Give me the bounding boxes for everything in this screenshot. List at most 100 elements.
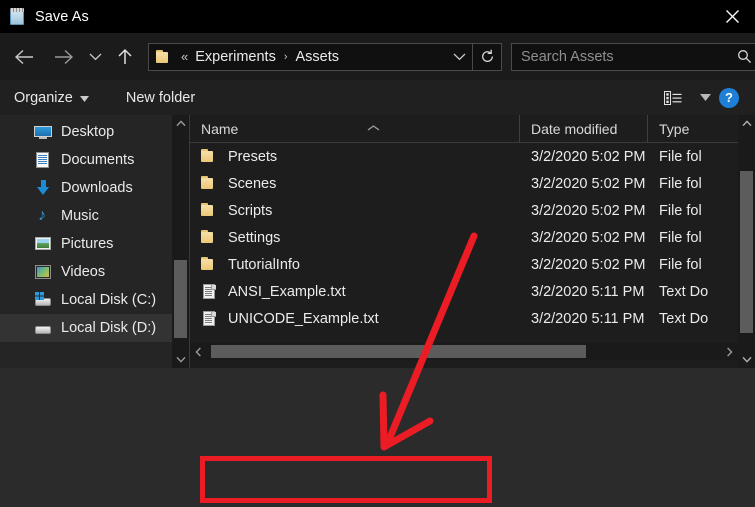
chevron-up-icon[interactable] — [738, 115, 755, 132]
sidebar-item-desktop[interactable]: Desktop — [0, 118, 172, 146]
sidebar-item-music[interactable]: ♪ Music — [0, 202, 172, 230]
table-row[interactable]: Presets 3/2/2020 5:02 PM File fol — [190, 143, 755, 170]
sidebar-item-videos[interactable]: Videos — [0, 258, 172, 286]
file-date-cell: 3/2/2020 5:02 PM — [531, 202, 646, 219]
dialog-footer: File name: UNICODE_Example.txt Save as t… — [0, 368, 755, 507]
drive-icon — [34, 320, 52, 336]
text-file-icon — [201, 284, 217, 299]
table-row[interactable]: Settings 3/2/2020 5:02 PM File fol — [190, 224, 755, 251]
desktop-icon — [34, 124, 52, 140]
file-type-cell: File fol — [659, 256, 702, 273]
arrow-left-icon[interactable] — [6, 39, 44, 75]
file-date-cell: 3/2/2020 5:02 PM — [531, 256, 646, 273]
breadcrumb-item-0[interactable]: Experiments — [195, 49, 276, 65]
sidebar-scrollbar-thumb[interactable] — [174, 260, 187, 338]
file-name-text: ANSI_Example.txt — [228, 283, 346, 300]
folder-icon — [201, 203, 217, 218]
breadcrumb-chevron-down-icon[interactable] — [446, 52, 472, 61]
sidebar-item-label: Local Disk (D:) — [61, 320, 157, 336]
help-button[interactable]: ? — [719, 87, 739, 108]
folder-tree: Desktop Documents Downloads ♪ Music Pict… — [0, 115, 172, 342]
folder-icon — [201, 230, 217, 245]
horizontal-scrollbar-thumb[interactable] — [211, 345, 586, 358]
file-date-cell: 3/2/2020 5:02 PM — [531, 229, 646, 246]
file-list-scrollbar[interactable] — [738, 115, 755, 368]
view-caret-down-icon[interactable] — [691, 94, 719, 101]
sidebar-item-label: Videos — [61, 264, 106, 280]
column-header-type[interactable]: Type — [648, 115, 738, 142]
file-type-cell: Text Do — [659, 283, 709, 300]
breadcrumb-separator-icon[interactable]: › — [284, 51, 288, 63]
file-list-rows: Presets 3/2/2020 5:02 PM File fol Scenes… — [190, 143, 755, 332]
folder-icon — [201, 149, 217, 164]
column-header-name[interactable]: Name — [190, 115, 520, 142]
file-name-text: TutorialInfo — [228, 256, 300, 273]
sidebar-scrollbar[interactable] — [172, 115, 189, 368]
recent-locations-chevron-down-icon[interactable] — [82, 39, 108, 75]
folder-icon — [201, 257, 217, 272]
table-row[interactable]: Scenes 3/2/2020 5:02 PM File fol — [190, 170, 755, 197]
file-list-scrollbar-thumb[interactable] — [740, 171, 753, 333]
caret-down-icon — [79, 90, 89, 106]
breadcrumb-overflow[interactable]: « — [181, 50, 188, 63]
view-layout-icon[interactable] — [657, 90, 691, 106]
chevron-right-icon[interactable] — [721, 347, 738, 357]
file-name-text: UNICODE_Example.txt — [228, 310, 379, 327]
documents-icon — [34, 152, 52, 168]
file-type-cell: Text Do — [659, 310, 709, 327]
new-folder-button[interactable]: New folder — [126, 90, 195, 106]
refresh-icon[interactable] — [473, 49, 501, 64]
file-name-text: Scenes — [228, 175, 277, 192]
sidebar-item-label: Pictures — [61, 236, 114, 252]
file-date-cell: 3/2/2020 5:11 PM — [531, 283, 645, 300]
sidebar-item-downloads[interactable]: Downloads — [0, 174, 172, 202]
sidebar-item-label: Music — [61, 208, 99, 224]
file-list-horizontal-scrollbar[interactable] — [190, 343, 738, 360]
videos-icon — [34, 264, 52, 280]
file-list-pane: Name Date modified Type Presets 3/2/2020… — [190, 115, 755, 368]
sort-indicator-chevron-up-icon — [367, 118, 380, 136]
file-name-text: Presets — [228, 148, 278, 165]
breadcrumb[interactable]: « Experiments › Assets — [148, 42, 502, 71]
close-icon[interactable] — [709, 0, 755, 33]
search-box[interactable]: Search Assets — [511, 42, 755, 71]
chevron-up-icon[interactable] — [172, 115, 189, 132]
arrow-up-icon[interactable] — [108, 39, 142, 75]
sidebar-item-documents[interactable]: Documents — [0, 146, 172, 174]
column-header-date-modified[interactable]: Date modified — [520, 115, 648, 142]
notepad-icon — [9, 7, 27, 26]
arrow-right-icon[interactable] — [44, 39, 82, 75]
organize-button[interactable]: Organize — [14, 90, 89, 106]
chevron-left-icon[interactable] — [190, 347, 207, 357]
file-name-cell: TutorialInfo — [190, 257, 520, 273]
sidebar-item-local-disk-d[interactable]: Local Disk (D:) — [0, 314, 172, 342]
file-type-cell: File fol — [659, 202, 702, 219]
file-date-cell: 3/2/2020 5:02 PM — [531, 175, 646, 192]
organize-label: Organize — [14, 89, 73, 106]
sidebar-item-label: Local Disk (C:) — [61, 292, 157, 308]
horizontal-scroll-track[interactable] — [207, 343, 721, 360]
table-row[interactable]: TutorialInfo 3/2/2020 5:02 PM File fol — [190, 251, 755, 278]
table-row[interactable]: Scripts 3/2/2020 5:02 PM File fol — [190, 197, 755, 224]
chevron-down-icon[interactable] — [738, 351, 755, 368]
pictures-icon — [34, 236, 52, 252]
navigation-pane: Desktop Documents Downloads ♪ Music Pict… — [0, 115, 172, 368]
sidebar-item-pictures[interactable]: Pictures — [0, 230, 172, 258]
search-icon[interactable] — [731, 49, 755, 64]
downloads-icon — [34, 180, 52, 196]
file-date-cell: 3/2/2020 5:11 PM — [531, 310, 645, 327]
file-list-header: Name Date modified Type — [190, 115, 755, 143]
file-type-cell: File fol — [659, 148, 702, 165]
search-input[interactable]: Search Assets — [521, 49, 731, 65]
file-type-cell: File fol — [659, 175, 702, 192]
navigation-bar: « Experiments › Assets Search Assets — [0, 33, 755, 80]
file-date-cell: 3/2/2020 5:02 PM — [531, 148, 646, 165]
save-as-dialog: Save As « Experiments › Assets Search As… — [0, 0, 755, 507]
file-type-cell: File fol — [659, 229, 702, 246]
breadcrumb-item-1[interactable]: Assets — [296, 49, 340, 65]
sidebar-item-local-disk-c[interactable]: Local Disk (C:) — [0, 286, 172, 314]
chevron-down-icon[interactable] — [172, 351, 189, 368]
table-row[interactable]: ANSI_Example.txt 3/2/2020 5:11 PM Text D… — [190, 278, 755, 305]
file-name-cell: Scenes — [190, 176, 520, 192]
table-row[interactable]: UNICODE_Example.txt 3/2/2020 5:11 PM Tex… — [190, 305, 755, 332]
